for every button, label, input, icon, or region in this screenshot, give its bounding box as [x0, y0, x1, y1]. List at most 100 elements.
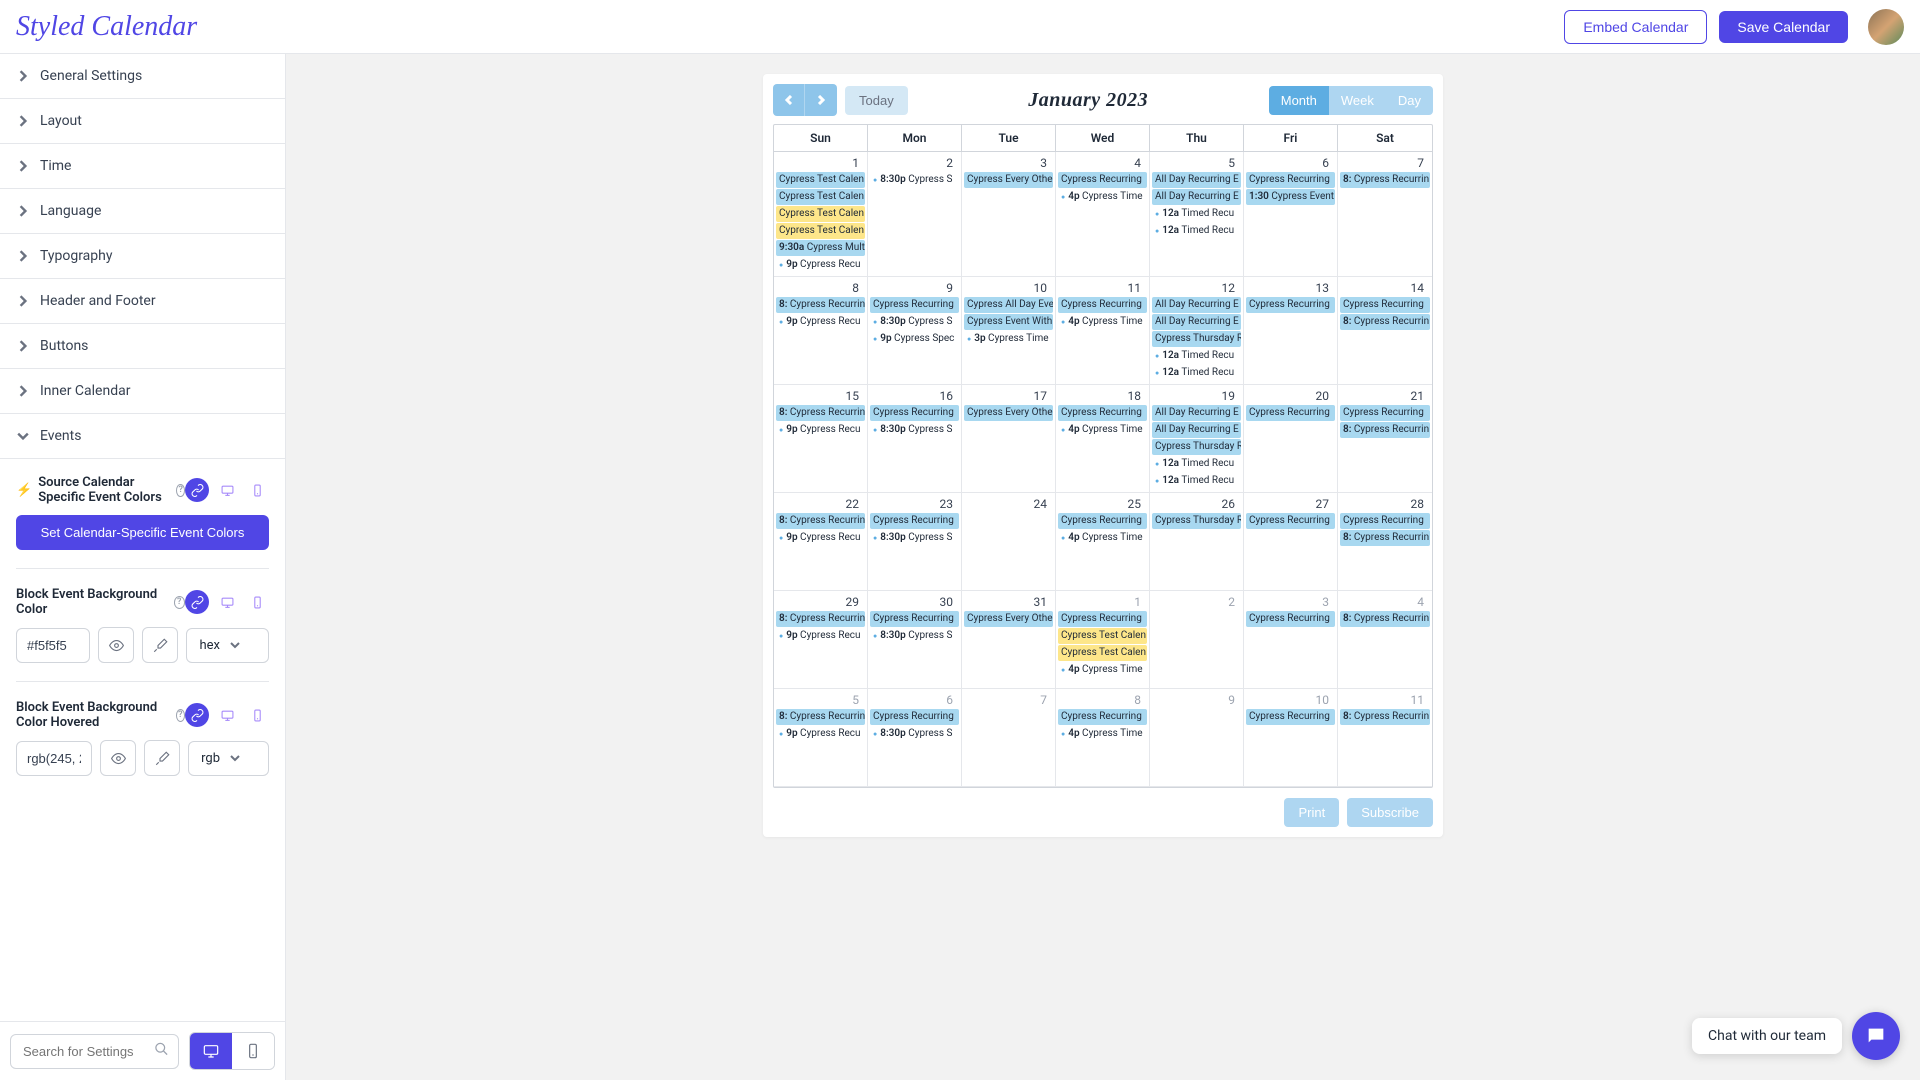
user-avatar[interactable]	[1868, 9, 1904, 45]
week-view-button[interactable]: Week	[1329, 86, 1386, 115]
calendar-day-cell[interactable]: 28Cypress Recurring 8: Cypress Recurrin	[1338, 493, 1432, 591]
calendar-day-cell[interactable]: 10Cypress All Day EveCypress Event With3…	[962, 277, 1056, 385]
today-button[interactable]: Today	[845, 86, 908, 115]
calendar-event[interactable]: Cypress Recurring	[1058, 405, 1147, 421]
calendar-day-cell[interactable]: 8Cypress Recurring 4p Cypress Time	[1056, 689, 1150, 787]
calendar-day-cell[interactable]: 10Cypress Recurring	[1244, 689, 1338, 787]
calendar-day-cell[interactable]: 23Cypress Recurring8:30p Cypress S	[868, 493, 962, 591]
mobile-view-button[interactable]	[232, 1033, 274, 1069]
calendar-event[interactable]: 8: Cypress Recurrin	[776, 709, 865, 725]
calendar-event[interactable]: Cypress Recurring	[1246, 297, 1335, 313]
help-icon[interactable]: ?	[176, 709, 185, 722]
calendar-day-cell[interactable]: 21Cypress Recurring 8: Cypress Recurrin	[1338, 385, 1432, 493]
calendar-event[interactable]: Cypress Test Calen	[776, 189, 865, 205]
accordion-layout[interactable]: Layout	[0, 99, 285, 144]
print-button[interactable]: Print	[1284, 798, 1339, 827]
calendar-day-cell[interactable]: 48: Cypress Recurrin	[1338, 591, 1432, 689]
calendar-event[interactable]: 8: Cypress Recurrin	[1340, 172, 1430, 188]
calendar-event[interactable]: 9p Cypress Recu	[776, 530, 865, 546]
calendar-event[interactable]: Cypress Every Othe	[964, 405, 1053, 421]
link-icon[interactable]	[185, 590, 209, 614]
calendar-event[interactable]: Cypress Test Calen	[776, 223, 865, 239]
calendar-day-cell[interactable]: 58: Cypress Recurrin9p Cypress Recu	[774, 689, 868, 787]
calendar-event[interactable]: 8:30p Cypress S	[870, 726, 959, 742]
calendar-day-cell[interactable]: 16Cypress Recurring8:30p Cypress S	[868, 385, 962, 493]
mobile-icon[interactable]	[245, 703, 269, 727]
calendar-event[interactable]: Cypress Recurring	[870, 297, 959, 313]
accordion-time[interactable]: Time	[0, 144, 285, 189]
calendar-event[interactable]: 8: Cypress Recurrin	[776, 297, 865, 313]
calendar-event[interactable]: 12a Timed Recu	[1152, 456, 1241, 472]
calendar-event[interactable]: All Day Recurring E	[1152, 422, 1241, 438]
calendar-event[interactable]: Cypress Recurring	[1246, 611, 1335, 627]
calendar-event[interactable]: 8:30p Cypress S	[870, 530, 959, 546]
calendar-day-cell[interactable]: 27Cypress Recurring	[1244, 493, 1338, 591]
calendar-event[interactable]: Cypress All Day Eve	[964, 297, 1053, 313]
calendar-event[interactable]: 4p Cypress Time	[1058, 189, 1147, 205]
calendar-day-cell[interactable]: 1Cypress Test CalenCypress Test CalenCyp…	[774, 152, 868, 277]
desktop-icon[interactable]	[215, 703, 239, 727]
calendar-event[interactable]: Cypress Test Calen	[1058, 645, 1147, 661]
link-icon[interactable]	[185, 478, 209, 502]
bg-color-input[interactable]	[16, 628, 90, 663]
calendar-event[interactable]: 8:30p Cypress S	[870, 628, 959, 644]
calendar-event[interactable]: 12a Timed Recu	[1152, 206, 1241, 222]
calendar-day-cell[interactable]: 9Cypress Recurring8:30p Cypress S9p Cypr…	[868, 277, 962, 385]
calendar-event[interactable]: 9p Cypress Recu	[776, 314, 865, 330]
calendar-event[interactable]: 9:30a Cypress Multi-Day Duration Event	[776, 240, 865, 256]
calendar-event[interactable]: 8: Cypress Recurrin	[1340, 709, 1430, 725]
calendar-day-cell[interactable]: 13Cypress Recurring	[1244, 277, 1338, 385]
calendar-event[interactable]: 8: Cypress Recurrin	[1340, 530, 1430, 546]
mobile-icon[interactable]	[245, 478, 269, 502]
prev-month-button[interactable]	[773, 84, 805, 116]
calendar-event[interactable]: 12a Timed Recu	[1152, 348, 1241, 364]
calendar-day-cell[interactable]: 12All Day Recurring EAll Day Recurring E…	[1150, 277, 1244, 385]
help-icon[interactable]: ?	[174, 596, 185, 609]
calendar-event[interactable]: Cypress Recurring	[1246, 405, 1335, 421]
calendar-event[interactable]: 8: Cypress Recurrin	[1340, 611, 1430, 627]
desktop-icon[interactable]	[215, 478, 239, 502]
calendar-event[interactable]: 3p Cypress Time	[964, 331, 1053, 347]
bg-hover-color-input[interactable]	[16, 741, 92, 776]
calendar-event[interactable]: All Day Recurring E	[1152, 405, 1241, 421]
calendar-event[interactable]: Cypress Recurring	[1340, 297, 1430, 313]
calendar-day-cell[interactable]: 3Cypress Recurring	[1244, 591, 1338, 689]
desktop-icon[interactable]	[215, 590, 239, 614]
help-icon[interactable]: ?	[176, 484, 185, 497]
calendar-event[interactable]: 12a Timed Recu	[1152, 365, 1241, 381]
calendar-day-cell[interactable]: 118: Cypress Recurrin	[1338, 689, 1432, 787]
calendar-event[interactable]: Cypress Recurring	[870, 405, 959, 421]
link-icon[interactable]	[185, 703, 209, 727]
calendar-event[interactable]: 9p Cypress Spec	[870, 331, 959, 347]
calendar-event[interactable]: Cypress Thursday R	[1152, 513, 1241, 529]
calendar-event[interactable]: 8: Cypress Recurrin	[1340, 422, 1430, 438]
calendar-day-cell[interactable]: 11Cypress Recurring 4p Cypress Time	[1056, 277, 1150, 385]
calendar-day-cell[interactable]: 26Cypress Thursday R	[1150, 493, 1244, 591]
calendar-day-cell[interactable]: 3Cypress Every Othe	[962, 152, 1056, 277]
calendar-event[interactable]: All Day Recurring E	[1152, 297, 1241, 313]
calendar-event[interactable]: All Day Recurring E	[1152, 189, 1241, 205]
calendar-event[interactable]: Cypress Recurring	[1058, 611, 1147, 627]
calendar-event[interactable]: Cypress Test Calen	[776, 206, 865, 222]
calendar-day-cell[interactable]: 88: Cypress Recurrin9p Cypress Recu	[774, 277, 868, 385]
calendar-day-cell[interactable]: 6Cypress Recurring1:30 Cypress Event wit…	[1244, 152, 1338, 277]
calendar-day-cell[interactable]: 30Cypress Recurring8:30p Cypress S	[868, 591, 962, 689]
calendar-event[interactable]: Cypress Test Calen	[776, 172, 865, 188]
chat-open-button[interactable]	[1852, 1012, 1900, 1060]
month-view-button[interactable]: Month	[1269, 86, 1329, 115]
calendar-event[interactable]: 4p Cypress Time	[1058, 422, 1147, 438]
calendar-event[interactable]: 9p Cypress Recu	[776, 422, 865, 438]
calendar-event[interactable]: Cypress Recurring	[870, 513, 959, 529]
day-view-button[interactable]: Day	[1386, 86, 1433, 115]
calendar-event[interactable]: Cypress Every Othe	[964, 611, 1053, 627]
calendar-event[interactable]: Cypress Recurring	[870, 709, 959, 725]
calendar-event[interactable]: 8: Cypress Recurrin	[1340, 314, 1430, 330]
calendar-event[interactable]: 1:30 Cypress Event with Different Start …	[1246, 189, 1335, 205]
calendar-event[interactable]: Cypress Recurring	[1340, 405, 1430, 421]
calendar-event[interactable]: 4p Cypress Time	[1058, 314, 1147, 330]
calendar-day-cell[interactable]: 1Cypress Recurring Cypress Test CalenCyp…	[1056, 591, 1150, 689]
calendar-event[interactable]: Cypress Thursday R	[1152, 439, 1241, 455]
accordion-header-and-footer[interactable]: Header and Footer	[0, 279, 285, 324]
color-format-select[interactable]: rgb	[188, 741, 269, 776]
calendar-event[interactable]: Cypress Recurring	[1340, 513, 1430, 529]
